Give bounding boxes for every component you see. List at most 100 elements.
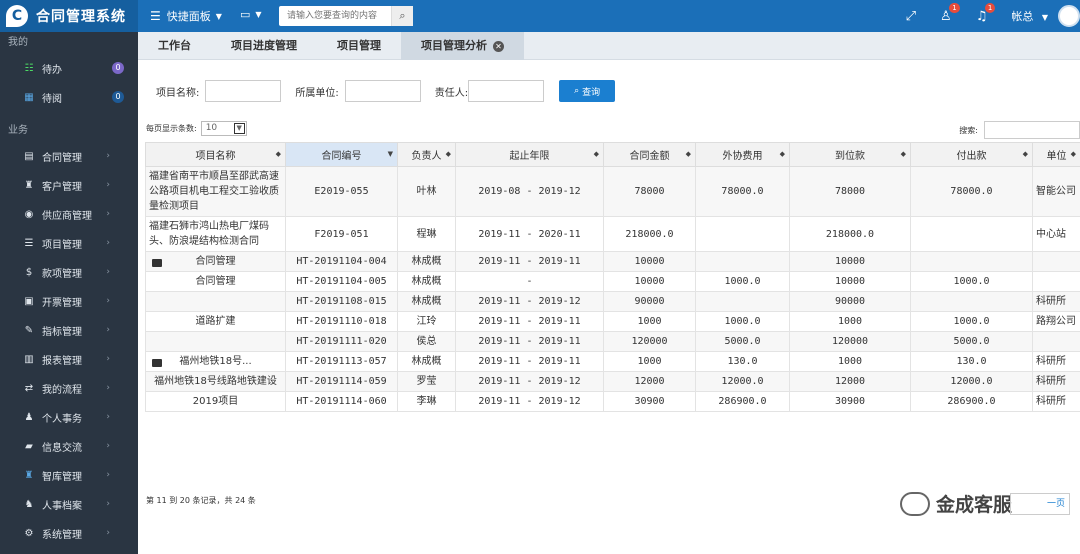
cell-code: F2019-051 [285, 216, 398, 252]
cell-code: HT-20191110-018 [285, 311, 398, 332]
table-row[interactable]: HT-20191108-015 林成概 2019-11 - 2019-12 90… [145, 291, 1080, 312]
cell-name: 道路扩建 [145, 311, 286, 332]
folder-icon[interactable] [152, 359, 162, 367]
sidebar-item-label: 指标管理 [42, 327, 82, 338]
sidebar-item-supplier[interactable]: ◉ 供应商管理 › [0, 200, 138, 229]
cell-period: - [455, 271, 604, 292]
cell-owner: 程琳 [397, 216, 456, 252]
column-header[interactable]: 到位款 ◆ [789, 142, 911, 167]
chevron-right-icon: › [106, 412, 110, 422]
sidebar-item-label: 报表管理 [42, 356, 82, 367]
column-header[interactable]: 起止年限 ◆ [455, 142, 604, 167]
cell-amount: 12000 [603, 371, 696, 392]
user-menu[interactable]: 帐总 ▼ [1011, 8, 1048, 24]
exchange-icon: ⇄ [24, 383, 34, 394]
chevron-right-icon: › [106, 499, 110, 509]
dollar-icon: $ [25, 267, 33, 278]
query-button[interactable]: ⌕ 查询 [559, 80, 616, 102]
close-icon[interactable]: ✕ [493, 41, 504, 52]
search-button[interactable]: ⌕ [391, 6, 413, 26]
cell-owner: 林成概 [397, 271, 456, 292]
wechat-icon [900, 491, 930, 516]
table-row[interactable]: 合同管理 HT-20191104-005 林成概 - 10000 1000.0 … [145, 271, 1080, 292]
folder-icon[interactable] [152, 259, 162, 267]
sidebar-item-indicator[interactable]: ✎ 指标管理 › [0, 316, 138, 345]
sidebar-item-project[interactable]: ☰ 项目管理 › [0, 229, 138, 258]
project-name-label: 项目名称: [156, 87, 200, 99]
cell-outsource [695, 216, 790, 252]
cell-period: 2019-11 - 2019-11 [455, 331, 604, 352]
desktop-menu[interactable]: ▭ ▼ [240, 8, 262, 21]
cell-code: HT-20191111-020 [285, 331, 398, 352]
table-row[interactable]: 福州地铁18号线路地铁建设 HT-20191114-059 罗莹 2019-11… [145, 371, 1080, 392]
table-row[interactable]: 合同管理 HT-20191104-004 林成概 2019-11 - 2019-… [145, 251, 1080, 272]
owner-input[interactable] [468, 80, 545, 102]
column-header[interactable]: 付出款 ◆ [910, 142, 1033, 167]
cell-unit: 中心站 [1032, 216, 1080, 252]
user-alert-icon[interactable]: ♙ 1 [940, 2, 960, 24]
table-header: 项目名称 ◆ 合同编号 ▼ 负责人 ◆ 起止年限 ◆ 合同金额 ◆ 外协费用 ◆ 到位款 ◆ … [145, 142, 1080, 167]
chevron-right-icon: › [106, 354, 110, 364]
table-row[interactable]: 2019项目 HT-20191114-060 李琳 2019-11 - 2019… [145, 391, 1080, 412]
sidebar-item-message[interactable]: ▰ 信息交流 › [0, 432, 138, 461]
global-search: ⌕ [279, 6, 413, 26]
quick-panel-menu[interactable]: ☰ 快捷面板 ▼ [150, 8, 222, 24]
page-size-select[interactable]: 10 ▼ [200, 121, 247, 136]
sidebar-item-payment[interactable]: $ 款项管理 › [0, 258, 138, 287]
column-label: 到位款 [835, 151, 865, 162]
table-search-input[interactable] [984, 121, 1080, 139]
sidebar-item-contract[interactable]: ▤ 合同管理 › [0, 142, 138, 171]
table-row[interactable]: 福建省南平市顺昌至邵武高速公路项目机电工程交工验收质量检测项目 E2019-05… [145, 166, 1080, 217]
sidebar-item-invoice[interactable]: ▣ 开票管理 › [0, 287, 138, 316]
sidebar-item-toread[interactable]: ▦ 待阅 0 [0, 83, 138, 112]
sidebar-item-knowledge[interactable]: ♜ 智库管理 › [0, 461, 138, 490]
table-row[interactable]: 福建石狮市鸿山热电厂煤码头、防浪堤结构检测合同 F2019-051 程琳 201… [145, 216, 1080, 252]
cell-received: 90000 [789, 291, 911, 312]
tab-project-progress[interactable]: 项目进度管理 [211, 32, 317, 60]
table-row[interactable]: 福州地铁18号... HT-20191113-057 林成概 2019-11 -… [145, 351, 1080, 372]
global-search-input[interactable] [279, 6, 391, 26]
chevron-right-icon: › [106, 325, 110, 335]
chevron-right-icon: › [106, 151, 110, 161]
cell-outsource: 5000.0 [695, 331, 790, 352]
column-label: 合同编号 [321, 151, 362, 162]
table-row[interactable]: HT-20191111-020 侯总 2019-11 - 2019-11 120… [145, 331, 1080, 352]
records-info: 第 11 到 20 条记录，共 24 条 [146, 496, 256, 505]
column-header[interactable]: 负责人 ◆ [397, 142, 456, 167]
cell-owner: 李琳 [397, 391, 456, 412]
column-header[interactable]: 合同编号 ▼ [285, 142, 398, 167]
cell-unit: 智能公司 [1032, 166, 1080, 217]
sidebar-item-personal[interactable]: ♟ 个人事务 › [0, 403, 138, 432]
brand[interactable]: C 合同管理系统 [0, 0, 138, 32]
sidebar: 我的 ☷ 待办 0 ▦ 待阅 0 业务 ▤ 合同管理 › ♜ 客户管理 › ◉ 供应商管理… [0, 32, 138, 554]
sidebar-item-todo[interactable]: ☷ 待办 0 [0, 54, 138, 83]
project-name-input[interactable] [205, 80, 282, 102]
cell-owner: 林成概 [397, 351, 456, 372]
column-header[interactable]: 合同金额 ◆ [603, 142, 696, 167]
bell-icon[interactable]: ♫ 1 [976, 2, 996, 24]
column-label: 外协费用 [722, 151, 763, 162]
cell-received: 78000 [789, 166, 911, 217]
unit-input[interactable] [344, 80, 421, 102]
tab-project-analysis[interactable]: 项目管理分析 ✕ [401, 32, 524, 60]
sidebar-item-system[interactable]: ⚙ 系统管理 › [0, 519, 138, 548]
sidebar-item-report[interactable]: ▥ 报表管理 › [0, 345, 138, 374]
cell-unit: 科研所 [1032, 371, 1080, 392]
cell-received: 30900 [789, 391, 911, 412]
cell-owner: 林成概 [397, 291, 456, 312]
fullscreen-icon[interactable]: ⤢ [906, 9, 916, 24]
column-header[interactable]: 外协费用 ◆ [695, 142, 790, 167]
tab-project-management[interactable]: 项目管理 [317, 32, 401, 60]
column-header[interactable]: 单位 ◆ [1032, 142, 1080, 167]
avatar[interactable] [1058, 5, 1080, 27]
table-row[interactable]: 道路扩建 HT-20191110-018 江玲 2019-11 - 2019-1… [145, 311, 1080, 332]
sidebar-item-customer[interactable]: ♜ 客户管理 › [0, 171, 138, 200]
column-header[interactable]: 项目名称 ◆ [145, 142, 286, 167]
sidebar-item-hr[interactable]: ♞ 人事档案 › [0, 490, 138, 519]
cell-period: 2019-11 - 2019-12 [455, 291, 604, 312]
pager-button[interactable]: 一页 [1010, 493, 1070, 515]
cell-period: 2019-11 - 2020-11 [455, 216, 604, 252]
tab-workbench[interactable]: 工作台 [138, 32, 211, 60]
sidebar-item-workflow[interactable]: ⇄ 我的流程 › [0, 374, 138, 403]
user-name: 帐总 [1011, 10, 1034, 23]
